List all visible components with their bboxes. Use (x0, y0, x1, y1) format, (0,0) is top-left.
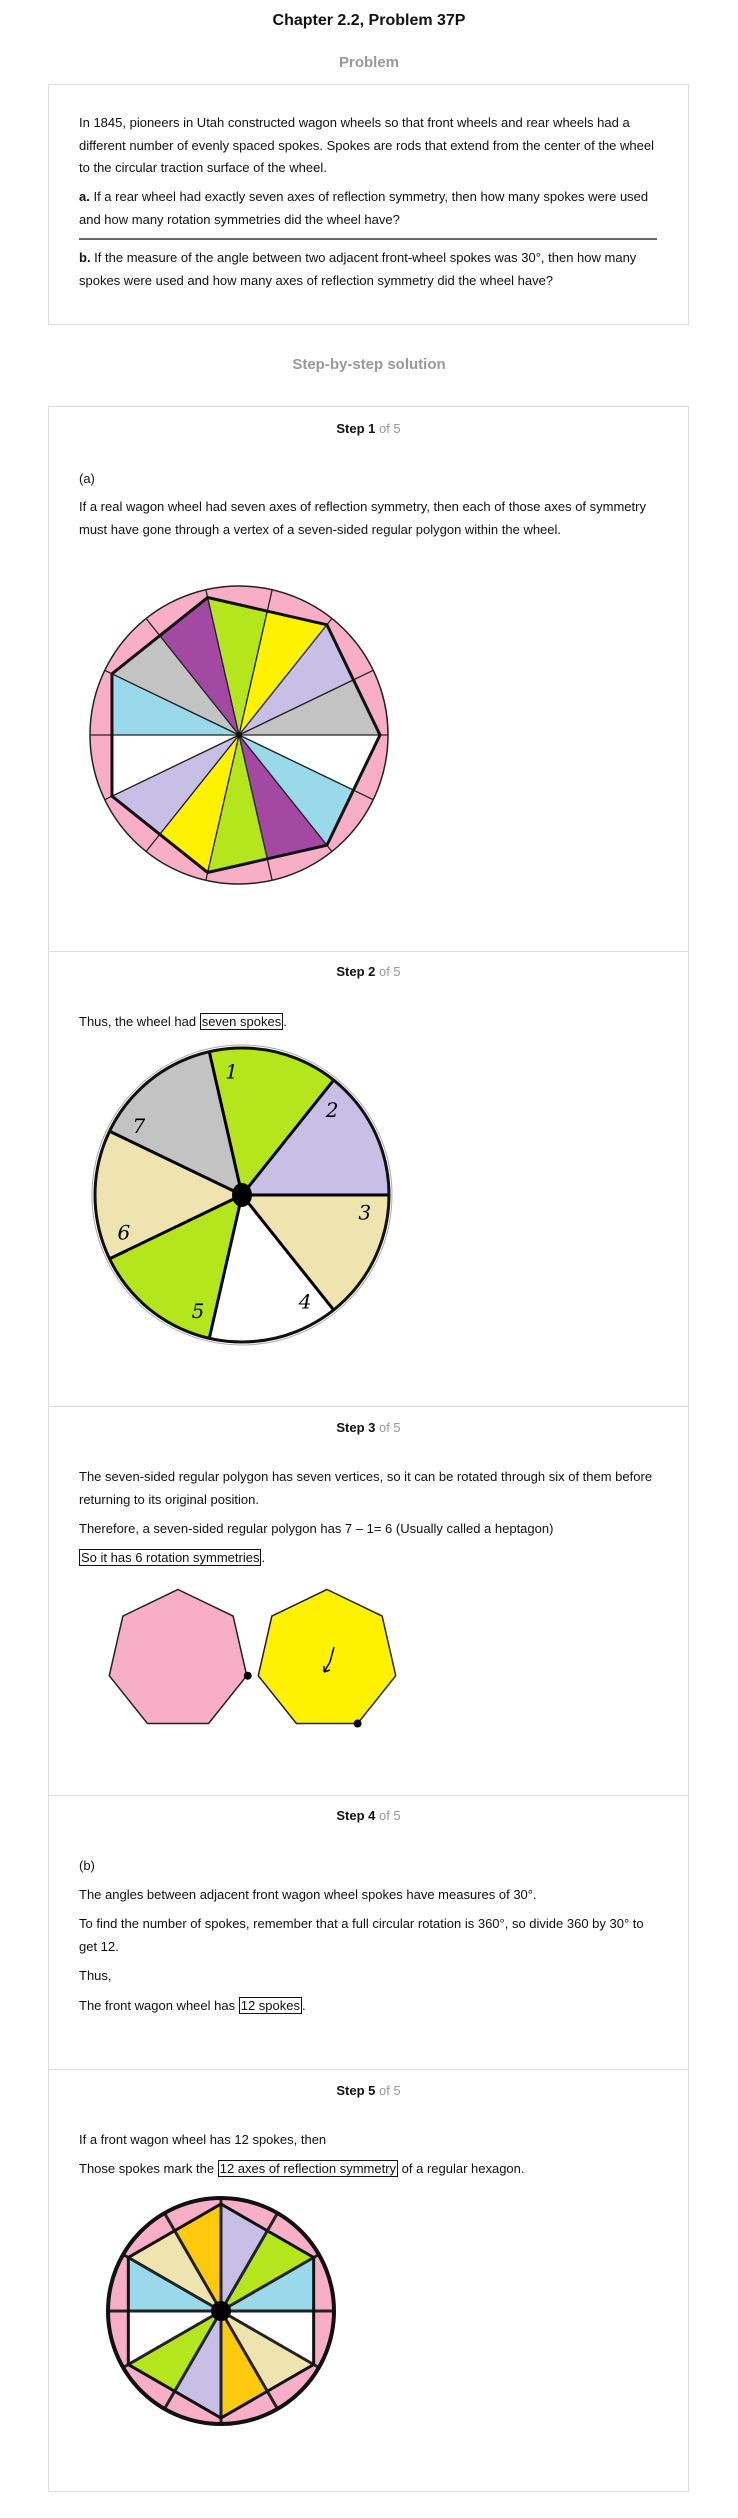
step-4-part: (b) (79, 1858, 95, 1873)
problem-intro: In 1845, pioneers in Utah constructed wa… (79, 115, 654, 175)
step-label: Step 2 (336, 964, 376, 979)
step-count: of 5 (375, 2083, 401, 2098)
spoke-number-label: 5 (192, 1299, 205, 1323)
spoke-number-label: 4 (298, 1290, 312, 1314)
hexagon-wheel-figure (106, 2196, 336, 2426)
step-3-text-2: Therefore, a seven-sided regular polygon… (79, 1521, 554, 1536)
spoke-number-label: 3 (358, 1200, 371, 1224)
hub (232, 1183, 252, 1207)
step-label: Step 3 (336, 1420, 376, 1435)
text: Thus, the wheel had (79, 1014, 200, 1029)
answer-box: So it has 6 rotation symmetries (79, 1549, 262, 1566)
text: . (261, 1550, 266, 1565)
step-4-text-2: To find the number of spokes, remember t… (79, 1916, 644, 1954)
step-5-text-1: If a front wagon wheel has 12 spokes, th… (79, 2132, 327, 2147)
hub (236, 732, 242, 738)
step-4-text-3: Thus, (79, 1968, 112, 1983)
vertex-marker-dot (353, 1719, 362, 1728)
text: of a regular hexagon. (398, 2161, 525, 2176)
divider (79, 238, 657, 240)
part-a-label: a. (79, 189, 90, 204)
text: Those spokes mark the (79, 2161, 218, 2176)
step-4-answer: The front wagon wheel has 12 spokes. (79, 1995, 659, 2018)
part-b-text: If the measure of the angle between two … (79, 250, 637, 288)
heptagons-rotation-figure (108, 1588, 397, 1728)
step-count: of 5 (375, 421, 401, 436)
step-count: of 5 (375, 1808, 401, 1823)
step-1-header: Step 1 of 5 (48, 421, 689, 436)
spoke-number-label: 2 (325, 1098, 339, 1122)
part-a-text: If a rear wheel had exactly seven axes o… (79, 189, 649, 227)
step-2-header: Step 2 of 5 (48, 964, 689, 979)
answer-box: 12 spokes (238, 1997, 302, 2014)
answer-box: seven spokes (199, 1013, 284, 1030)
spoke-number-label: 1 (225, 1059, 238, 1083)
step-4-header: Step 4 of 5 (48, 1808, 689, 1823)
part-b-label: b. (79, 250, 91, 265)
step-1-text: If a real wagon wheel had seven axes of … (79, 499, 646, 537)
answer-box: 12 axes of reflection symmetry (217, 2160, 399, 2177)
hub (211, 2301, 231, 2321)
step-5-answer: Those spokes mark the 12 axes of reflect… (79, 2158, 659, 2181)
step-2-text: Thus, the wheel had seven spokes. (79, 1011, 659, 1034)
problem-heading: Problem (338, 54, 399, 71)
heptagon (108, 1588, 248, 1725)
step-3-answer: So it has 6 rotation symmetries. (79, 1547, 659, 1570)
step-3-header: Step 3 of 5 (48, 1420, 689, 1435)
page-title: Chapter 2.2, Problem 37P (272, 12, 466, 29)
heptagon (257, 1588, 397, 1725)
spoke-number-label: 6 (118, 1221, 131, 1245)
step-label: Step 1 (336, 421, 376, 436)
step-3-text-1: The seven-sided regular polygon has seve… (79, 1469, 653, 1507)
solution-heading: Step-by-step solution (292, 356, 446, 373)
step-1-part: (a) (79, 471, 95, 486)
step-count: of 5 (375, 1420, 401, 1435)
text: The front wagon wheel has (79, 1998, 239, 2013)
seven-spoke-wheel-figure: 1 2 3 4 5 6 7 (91, 1044, 393, 1346)
problem-part-b: b. If the measure of the angle between t… (79, 247, 659, 292)
spoke-number-label: 7 (132, 1114, 145, 1138)
text: . (301, 1998, 306, 2013)
step-count: of 5 (375, 964, 401, 979)
problem-part-a: a. If a rear wheel had exactly seven axe… (79, 186, 659, 231)
heptagon-wheel-figure (89, 585, 389, 885)
step-5-header: Step 5 of 5 (48, 2083, 689, 2098)
step-label: Step 4 (336, 1808, 376, 1823)
step-label: Step 5 (336, 2083, 376, 2098)
vertex-marker-dot (243, 1671, 252, 1680)
text: . (283, 1014, 287, 1029)
step-4-text-1: The angles between adjacent front wagon … (79, 1887, 537, 1902)
